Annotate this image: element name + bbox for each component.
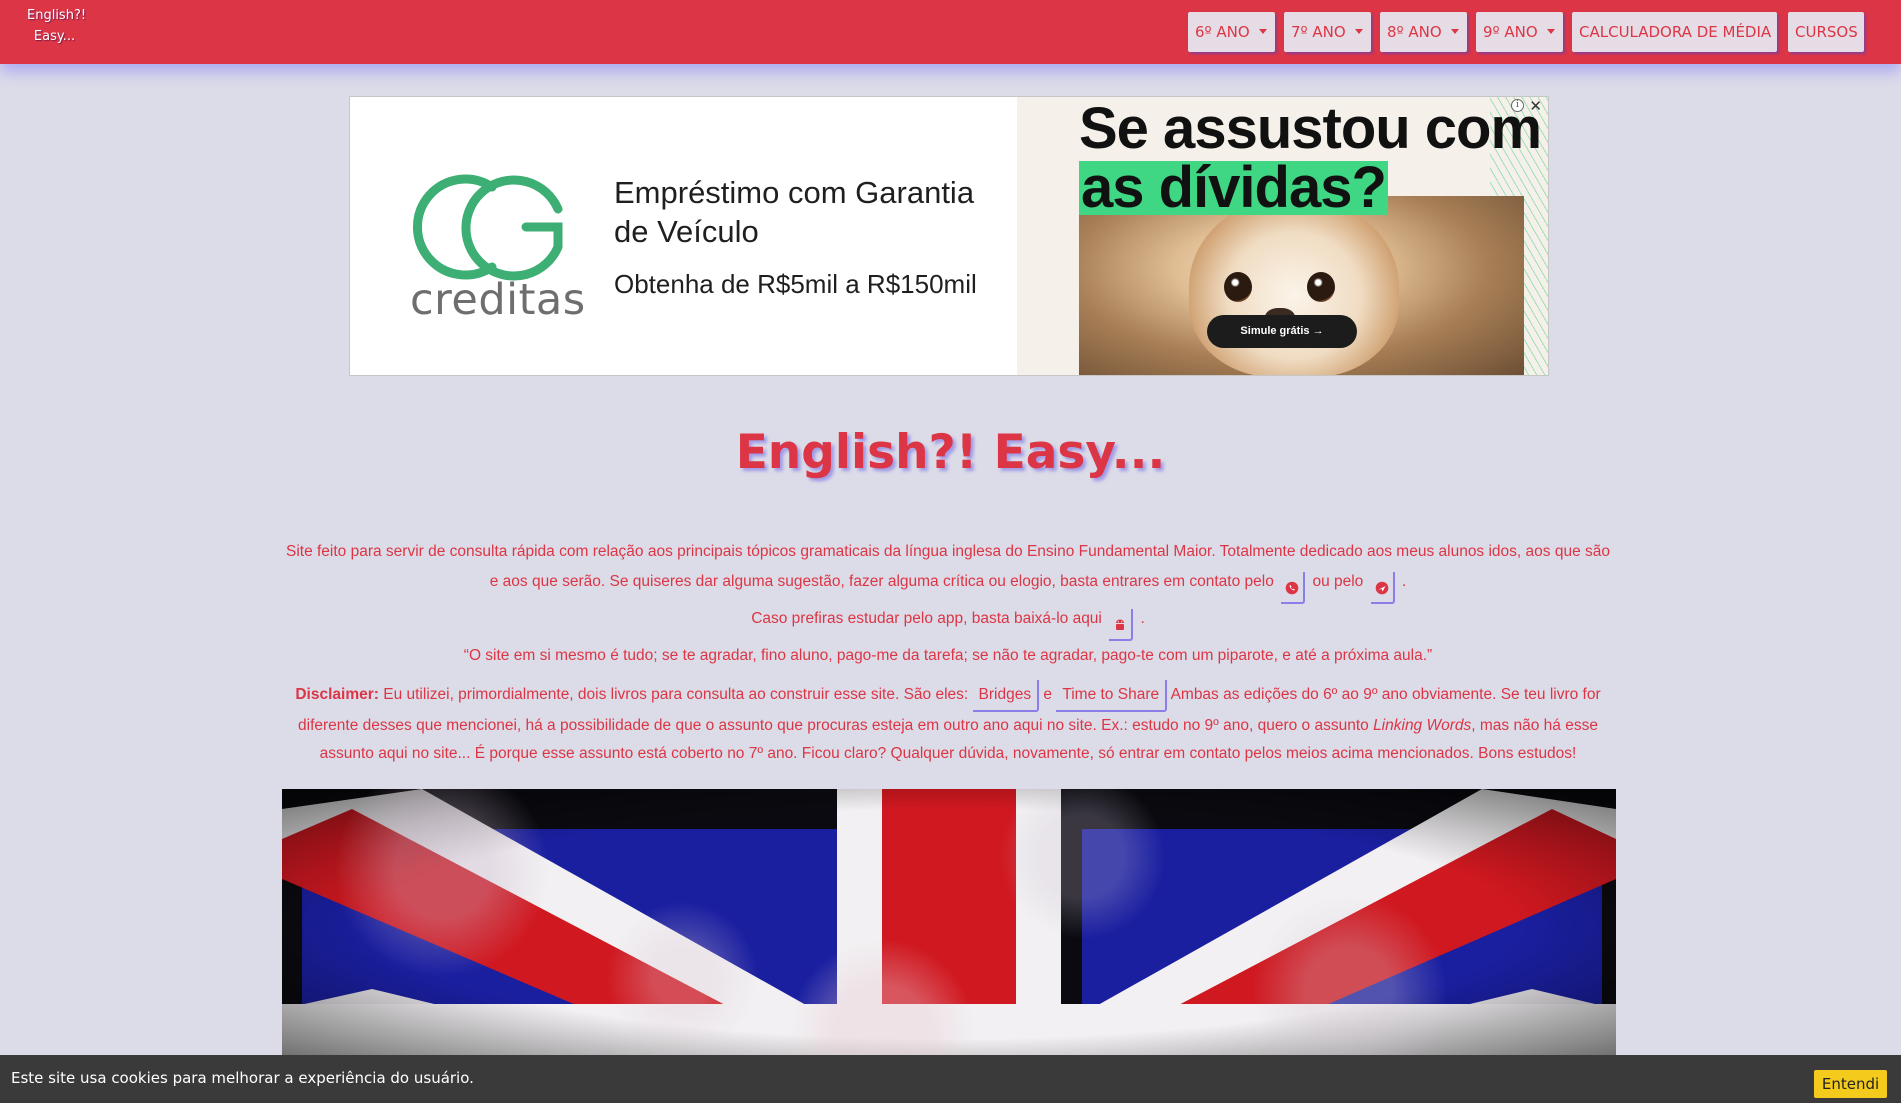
ad-left-panel[interactable]: creditas Empréstimo com Garantia de Veíc… [350, 97, 1017, 375]
email-link[interactable] [1370, 572, 1395, 604]
brand-line-2: Easy... [33, 29, 76, 44]
disclaimer-emphasis: Linking Words [1373, 717, 1472, 734]
whatsapp-link[interactable] [1281, 572, 1306, 604]
nav-label: 9º ANO [1483, 23, 1538, 41]
nav-label: 6º ANO [1195, 23, 1250, 41]
ad-right-panel[interactable]: Se assustou com as dívidas? Simule gráti… [1017, 96, 1548, 375]
disclaimer-and: e [1043, 686, 1053, 703]
ad-subline: Obtenha de R$5mil a R$150mil [614, 269, 977, 299]
ad-cta-label: Simule grátis [1240, 325, 1310, 337]
nav-calculadora-de-media[interactable]: CALCULADORA DE MÉDIA [1572, 12, 1777, 52]
ad-headline: Empréstimo com Garantia de Veículo [614, 175, 975, 249]
intro-text-2b: . [1140, 610, 1145, 627]
android-app-link[interactable] [1109, 609, 1134, 641]
info-icon[interactable]: i [1511, 99, 1524, 112]
cookie-message: Este site usa cookies para melhorar a ex… [11, 1069, 474, 1087]
uk-flag-image [282, 789, 1616, 1059]
ad-cta-button[interactable]: Simule grátis → [1207, 315, 1357, 348]
email-icon [1375, 581, 1388, 595]
nav-label: 8º ANO [1387, 23, 1442, 41]
nav-label: CURSOS [1795, 23, 1858, 41]
dog-face [1189, 196, 1399, 375]
nav-dropdown-6-ano[interactable]: 6º ANO [1188, 12, 1275, 52]
ad-big-line-2: as dívidas? [1079, 155, 1388, 220]
intro-text-1a: Site feito para servir de consulta rápid… [285, 543, 1610, 590]
flag-texture [282, 789, 1616, 1059]
dog-eye-right [1307, 272, 1335, 302]
ad-brand-name: creditas [410, 275, 586, 325]
disclaimer-text-a: Eu utilizei, primordialmente, dois livro… [383, 686, 969, 703]
brand-line-1: English?! [27, 8, 87, 23]
intro-section: Site feito para servir de consulta rápid… [280, 537, 1616, 671]
intro-app-paragraph: Caso prefiras estudar pelo app, basta ba… [280, 604, 1616, 641]
caret-down-icon [1354, 29, 1363, 34]
cookie-banner: Este site usa cookies para melhorar a ex… [0, 1055, 1901, 1103]
navbar: English?! Easy... 6º ANO 7º ANO 8º ANO 9… [0, 0, 1901, 64]
android-icon [1116, 619, 1125, 630]
intro-text-1c: . [1401, 573, 1407, 590]
disclaimer-section: Disclaimer: Eu utilizei, primordialmente… [288, 680, 1608, 768]
nav-label: CALCULADORA DE MÉDIA [1579, 23, 1772, 41]
arrow-right-icon: → [1312, 325, 1324, 337]
close-icon[interactable]: ✕ [1529, 97, 1542, 115]
book-link-bridges[interactable]: Bridges [972, 680, 1040, 712]
ad-banner[interactable]: creditas Empréstimo com Garantia de Veíc… [349, 96, 1549, 376]
intro-paragraph: Site feito para servir de consulta rápid… [280, 537, 1616, 604]
dog-eye-left [1224, 272, 1252, 302]
nav-dropdown-8-ano[interactable]: 8º ANO [1380, 12, 1467, 52]
caret-down-icon [1450, 29, 1459, 34]
ad-big-line-1: Se assustou com [1079, 96, 1542, 161]
intro-text-1b: ou pelo [1312, 573, 1364, 590]
book-link-time-to-share[interactable]: Time to Share [1056, 680, 1168, 712]
whatsapp-icon [1285, 581, 1299, 595]
cookie-accept-button[interactable]: Entendi [1814, 1070, 1887, 1098]
brand-logo[interactable]: English?! Easy... [27, 5, 87, 47]
quote: “O site em si mesmo é tudo; se te agrada… [463, 647, 1433, 664]
caret-down-icon [1546, 29, 1555, 34]
intro-text-2a: Caso prefiras estudar pelo app, basta ba… [751, 610, 1102, 627]
nav-cursos[interactable]: CURSOS [1788, 12, 1864, 52]
page-title: English?! Easy... [735, 425, 1166, 480]
nav-dropdown-9-ano[interactable]: 9º ANO [1476, 12, 1563, 52]
nav-dropdown-7-ano[interactable]: 7º ANO [1284, 12, 1371, 52]
caret-down-icon [1258, 29, 1267, 34]
disclaimer-label: Disclaimer: [295, 686, 379, 703]
nav-label: 7º ANO [1291, 23, 1346, 41]
ad-dog-image [1079, 196, 1524, 375]
